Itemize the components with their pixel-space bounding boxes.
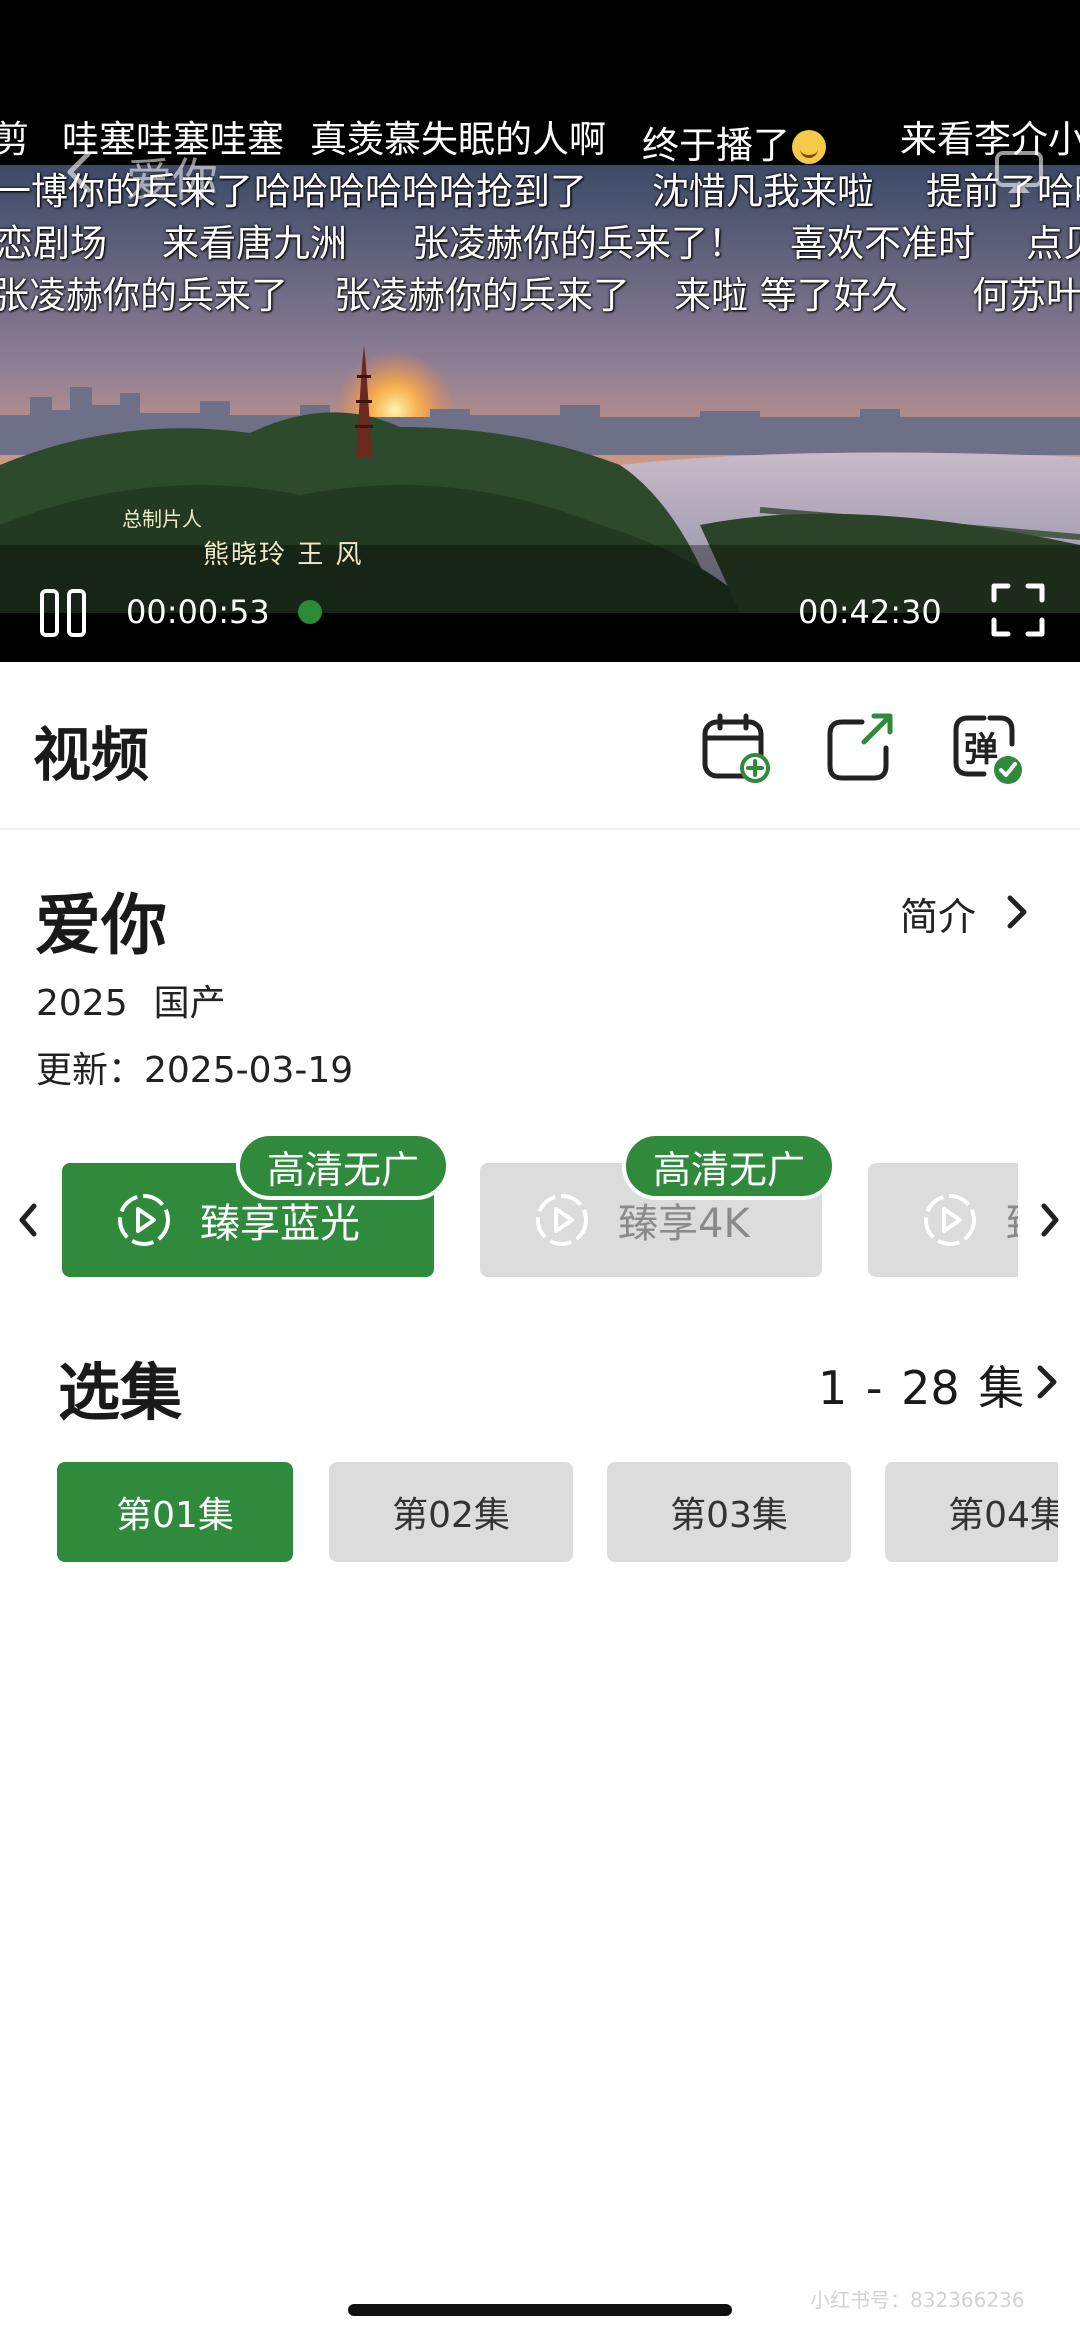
watermark: 小红书号：832366236 <box>810 2288 1025 2312</box>
credit-names: 熊晓玲 王 风 <box>203 540 364 570</box>
episode-button[interactable]: 第03集 <box>607 1462 851 1562</box>
danmaku-comment: 喜欢不准时 <box>790 222 975 265</box>
danmaku-comment: 张凌赫你的兵来了 <box>334 274 630 317</box>
danmaku-comment: 哈哈哈哈哈哈抢到了 <box>254 170 587 213</box>
danmaku-comment: 张凌赫你的兵来了 <box>0 274 288 317</box>
cast-icon[interactable] <box>994 150 1044 196</box>
danmaku-comment: 沈惜凡我来啦 <box>652 170 874 213</box>
intro-link[interactable]: 简介 <box>900 886 976 941</box>
share-icon[interactable] <box>824 712 896 784</box>
danmaku-comment: 真羡慕失眠的人啊 <box>310 118 606 161</box>
chevron-right-icon[interactable] <box>1006 892 1028 932</box>
video-toolbar: 视频 弹 <box>0 662 1080 830</box>
show-meta: 2025 国产 <box>36 974 252 1026</box>
episode-button[interactable]: 第04集 <box>885 1462 1058 1562</box>
video-player[interactable]: 剪 哇塞哇塞哇塞 真羡慕失眠的人啊 终于播了 来看李介小 一博你的兵来了 哈哈哈… <box>0 0 1080 662</box>
episodes-header: 选集 <box>58 1356 183 1429</box>
danmaku-comment: 点贝 <box>1026 222 1080 265</box>
danmaku-comment: 来看李介小 <box>900 118 1080 161</box>
credit-role: 总制片人 <box>122 507 202 531</box>
fullscreen-icon[interactable] <box>990 582 1046 638</box>
danmaku-comment: 来啦 等了好久 <box>674 274 908 317</box>
quality-option-more[interactable]: 臻 <box>868 1163 1018 1277</box>
player-title: 爱你 <box>126 153 218 207</box>
danmaku-comment: 剪 <box>0 118 29 161</box>
danmaku-toggle[interactable]: 弹 <box>950 712 1022 784</box>
danmaku-comment: 来看唐九洲 <box>162 222 347 265</box>
danmaku-layer: 剪 哇塞哇塞哇塞 真羡慕失眠的人啊 终于播了 来看李介小 一博你的兵来了 哈哈哈… <box>0 110 1080 330</box>
back-icon[interactable] <box>60 150 100 194</box>
ad-free-badge: 高清无广 <box>622 1132 836 1200</box>
show-title: 爱你 <box>35 887 167 964</box>
chevron-right-icon[interactable] <box>1036 1362 1058 1402</box>
play-circle-icon <box>924 1194 976 1246</box>
ad-free-badge: 高清无广 <box>236 1132 450 1200</box>
show-year: 2025 <box>36 983 128 1024</box>
episode-list: 第01集 第02集 第03集 第04集 <box>57 1460 1058 1564</box>
home-indicator[interactable] <box>348 2304 732 2316</box>
danmaku-comment: 张凌赫你的兵来了！ <box>412 222 745 265</box>
danmaku-comment: 何苏叶 <box>972 274 1080 317</box>
current-time: 00:00:53 <box>126 593 270 631</box>
danmaku-comment: 终于播了 <box>642 124 826 168</box>
progress-scrubber[interactable] <box>298 600 322 624</box>
add-to-calendar-icon[interactable] <box>700 712 772 784</box>
episode-button[interactable]: 第02集 <box>329 1462 573 1562</box>
play-circle-icon <box>536 1194 588 1246</box>
play-circle-icon <box>118 1194 170 1246</box>
chevron-left-icon[interactable] <box>16 1200 40 1240</box>
section-title: 视频 <box>33 721 150 789</box>
grin-emoji-icon <box>792 130 826 164</box>
quality-label: 臻 <box>1006 1191 1018 1249</box>
danmaku-comment: 恋剧场 <box>0 222 107 265</box>
danmaku-label: 弹 <box>964 730 998 770</box>
episode-range[interactable]: 1 - 28 集 <box>818 1352 1024 1418</box>
episode-button[interactable]: 第01集 <box>57 1462 293 1562</box>
show-region: 国产 <box>153 983 226 1024</box>
pause-icon[interactable] <box>38 588 88 638</box>
chevron-right-icon[interactable] <box>1038 1200 1062 1240</box>
quality-selector: 臻享蓝光 高清无广 臻享4K 高清无广 臻 <box>62 1130 1018 1290</box>
update-date: 更新：2025-03-19 <box>36 1050 354 1091</box>
total-time: 00:42:30 <box>798 593 942 631</box>
